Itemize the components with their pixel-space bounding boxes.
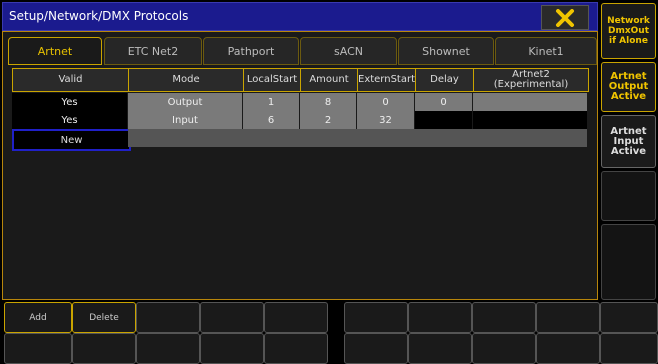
empty-button[interactable] bbox=[264, 333, 328, 364]
window-title: Setup/Network/DMX Protocols bbox=[9, 9, 189, 23]
empty-button[interactable] bbox=[72, 333, 136, 364]
close-icon bbox=[556, 8, 574, 27]
empty-button[interactable] bbox=[600, 302, 658, 333]
row1-local-start[interactable]: 1 bbox=[243, 93, 299, 111]
empty-button[interactable] bbox=[4, 333, 72, 364]
row2-valid[interactable]: Yes bbox=[12, 111, 127, 129]
empty-button[interactable] bbox=[344, 302, 408, 333]
empty-side-button[interactable] bbox=[601, 171, 656, 221]
tab-pathport[interactable]: Pathport bbox=[203, 37, 299, 65]
row1-artnet2[interactable] bbox=[473, 93, 587, 111]
artnet-input-active-button[interactable]: Artnet Input Active bbox=[601, 115, 656, 168]
header-extern-start[interactable]: ExternStart bbox=[357, 68, 416, 92]
empty-button[interactable] bbox=[472, 333, 536, 364]
close-button[interactable] bbox=[541, 5, 589, 30]
title-bar: Setup/Network/DMX Protocols bbox=[2, 2, 598, 31]
empty-button[interactable] bbox=[408, 302, 472, 333]
row2-artnet2[interactable] bbox=[473, 111, 587, 129]
empty-button[interactable] bbox=[344, 333, 408, 364]
empty-button[interactable] bbox=[200, 333, 264, 364]
row2-amount[interactable]: 2 bbox=[300, 111, 356, 129]
empty-button[interactable] bbox=[600, 333, 658, 364]
header-mode[interactable]: Mode bbox=[128, 68, 244, 92]
header-local-start[interactable]: LocalStart bbox=[243, 68, 301, 92]
empty-button[interactable] bbox=[136, 302, 200, 333]
row1-valid[interactable]: Yes bbox=[12, 93, 127, 111]
new-row-empty bbox=[128, 129, 587, 147]
artnet-output-active-button[interactable]: Artnet Output Active bbox=[601, 62, 656, 112]
row2-extern-start[interactable]: 32 bbox=[357, 111, 414, 129]
empty-button[interactable] bbox=[264, 302, 328, 333]
row1-extern-start[interactable]: 0 bbox=[357, 93, 414, 111]
header-amount[interactable]: Amount bbox=[300, 68, 358, 92]
header-delay[interactable]: Delay bbox=[415, 68, 474, 92]
empty-button[interactable] bbox=[200, 302, 264, 333]
network-dmxout-if-alone-button[interactable]: Network DmxOut if Alone bbox=[601, 3, 656, 59]
header-valid[interactable]: Valid bbox=[12, 68, 129, 92]
tab-shownet[interactable]: Shownet bbox=[398, 37, 494, 65]
tab-sacn[interactable]: sACN bbox=[300, 37, 397, 65]
row1-delay[interactable]: 0 bbox=[415, 93, 472, 111]
empty-button[interactable] bbox=[408, 333, 472, 364]
row2-local-start[interactable]: 6 bbox=[243, 111, 299, 129]
delete-button[interactable]: Delete bbox=[72, 302, 136, 333]
empty-button[interactable] bbox=[536, 333, 600, 364]
header-artnet2[interactable]: Artnet2 (Experimental) bbox=[473, 68, 589, 92]
row1-amount[interactable]: 8 bbox=[300, 93, 356, 111]
empty-side-button[interactable] bbox=[601, 224, 656, 300]
empty-button[interactable] bbox=[136, 333, 200, 364]
tab-artnet[interactable]: Artnet bbox=[8, 37, 102, 65]
tab-etc-net2[interactable]: ETC Net2 bbox=[104, 37, 202, 65]
empty-button[interactable] bbox=[536, 302, 600, 333]
add-button[interactable]: Add bbox=[4, 302, 72, 333]
row1-mode[interactable]: Output bbox=[128, 93, 242, 111]
row2-mode[interactable]: Input bbox=[128, 111, 242, 129]
row2-delay[interactable] bbox=[415, 111, 472, 129]
empty-button[interactable] bbox=[472, 302, 536, 333]
tab-kinet1[interactable]: Kinet1 bbox=[495, 37, 597, 65]
new-row-button[interactable]: New bbox=[12, 129, 131, 151]
